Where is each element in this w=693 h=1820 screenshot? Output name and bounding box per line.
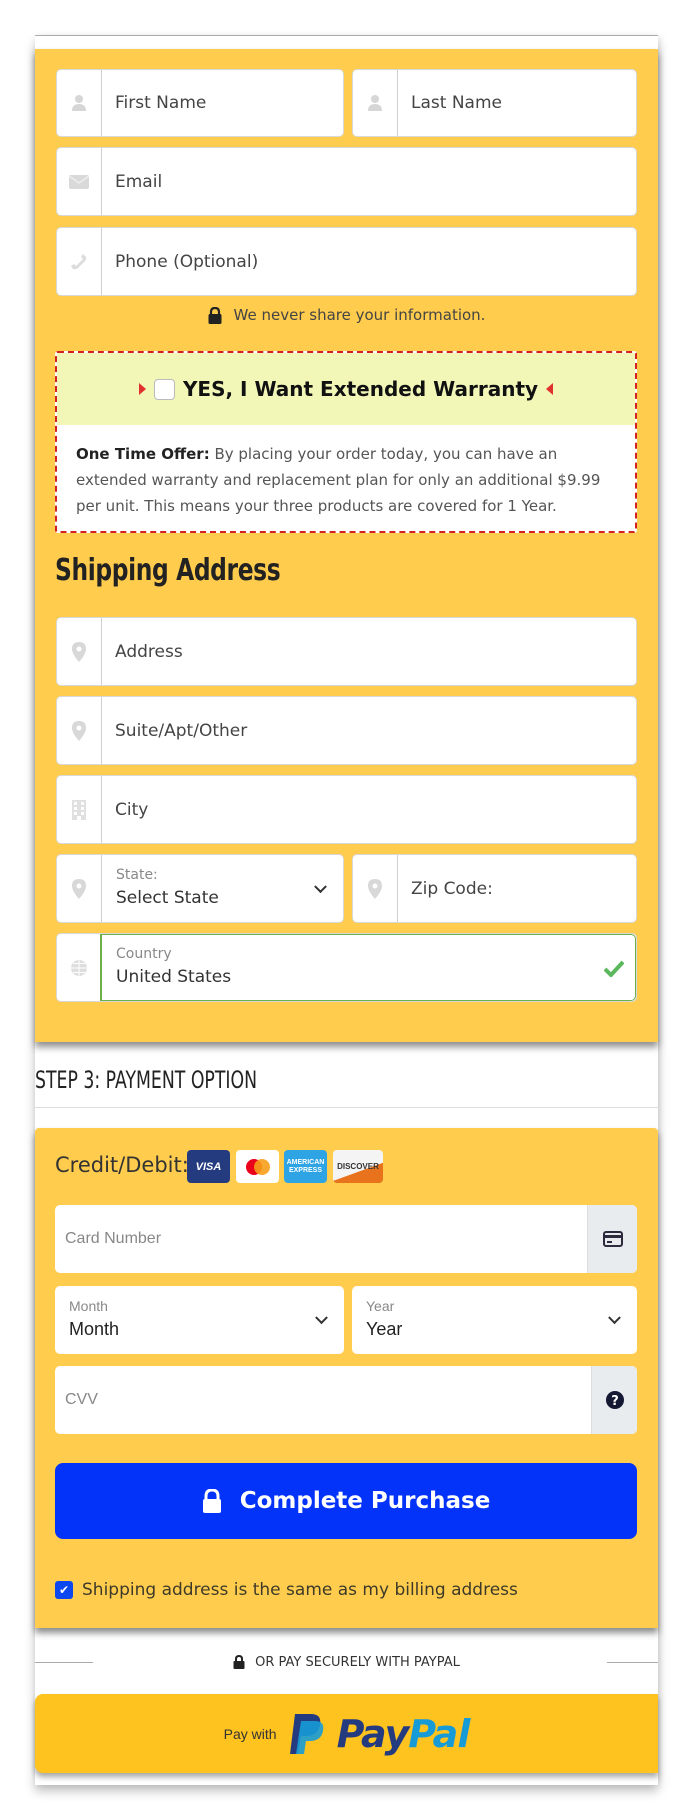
city-field[interactable]: City	[56, 775, 637, 844]
paypal-wordmark-pal: Pal	[408, 1711, 470, 1756]
check-icon	[604, 960, 624, 977]
year-label: Year	[366, 1298, 395, 1314]
arrow-left-icon	[546, 383, 554, 395]
same-address-label: Shipping address is the same as my billi…	[82, 1580, 518, 1600]
year-select[interactable]: Year Year	[352, 1286, 637, 1354]
year-value: Year	[366, 1319, 403, 1339]
globe-icon	[57, 934, 102, 1001]
offer-label: One Time Offer:	[76, 445, 210, 463]
suite-placeholder: Suite/Apt/Other	[115, 720, 248, 741]
chevron-down-icon	[314, 879, 327, 893]
warranty-title: YES, I Want Extended Warranty	[182, 377, 539, 401]
last-name-placeholder: Last Name	[411, 93, 502, 113]
map-marker-icon	[57, 855, 102, 922]
pay-with-label: Pay with	[223, 1725, 277, 1742]
first-name-placeholder: First Name	[115, 93, 207, 113]
discover-logo: DISCOVER	[333, 1150, 383, 1183]
month-select[interactable]: Month Month	[55, 1286, 344, 1354]
user-icon	[57, 70, 102, 136]
cvv-placeholder: CVV	[65, 1391, 98, 1408]
credit-card-icon	[587, 1205, 637, 1273]
cvv-field[interactable]: CVV ?	[55, 1366, 637, 1434]
privacy-note: We never share your information.	[35, 306, 658, 324]
map-marker-icon	[353, 855, 398, 922]
zip-placeholder: Zip Code:	[411, 878, 493, 899]
arrow-right-icon	[138, 383, 146, 395]
paypal-wordmark: PayPal	[336, 1711, 471, 1756]
state-label: State:	[116, 867, 158, 883]
chevron-down-icon	[315, 1311, 328, 1325]
privacy-note-text: We never share your information.	[233, 306, 486, 324]
month-label: Month	[69, 1298, 108, 1314]
shipping-address-heading: Shipping Address	[55, 553, 281, 588]
same-address-row[interactable]: ✔ Shipping address is the same as my bil…	[55, 1580, 518, 1600]
email-field[interactable]: Email	[56, 147, 637, 216]
address-placeholder: Address	[115, 641, 183, 662]
warranty-offer-box: YES, I Want Extended Warranty One Time O…	[55, 351, 637, 533]
envelope-icon	[57, 148, 102, 215]
svg-text:?: ?	[611, 1394, 619, 1409]
state-select[interactable]: State: Select State	[56, 854, 344, 923]
step3-heading: STEP 3: PAYMENT OPTION	[35, 1066, 258, 1094]
country-value: United States	[116, 967, 232, 987]
amex-logo: AMERICAN EXPRESS	[284, 1150, 327, 1183]
complete-purchase-label: Complete Purchase	[239, 1488, 491, 1514]
city-placeholder: City	[115, 799, 149, 820]
phone-placeholder: Phone (Optional)	[115, 251, 259, 272]
visa-logo: VISA	[187, 1150, 230, 1183]
suite-field[interactable]: Suite/Apt/Other	[56, 696, 637, 765]
step3-divider	[35, 1107, 658, 1108]
lock-icon	[202, 1489, 221, 1513]
last-name-field[interactable]: Last Name	[352, 69, 637, 137]
paypal-divider: OR PAY SECURELY WITH PAYPAL	[35, 1652, 658, 1672]
card-number-field[interactable]: Card Number	[55, 1205, 637, 1273]
question-circle-icon[interactable]: ?	[591, 1366, 637, 1434]
chevron-down-icon	[608, 1311, 621, 1325]
lock-icon	[233, 1655, 245, 1669]
user-icon	[353, 70, 398, 136]
lock-icon	[208, 306, 222, 324]
map-marker-icon	[57, 697, 102, 764]
warranty-header[interactable]: YES, I Want Extended Warranty	[57, 353, 635, 425]
paypal-button[interactable]: Pay with PayPal	[35, 1694, 658, 1773]
first-name-field[interactable]: First Name	[56, 69, 344, 137]
zip-code-field[interactable]: Zip Code:	[352, 854, 637, 923]
card-number-placeholder: Card Number	[65, 1230, 162, 1247]
paypal-p-icon	[289, 1713, 323, 1754]
address-field[interactable]: Address	[56, 617, 637, 686]
paypal-divider-text: OR PAY SECURELY WITH PAYPAL	[255, 1654, 460, 1670]
country-select[interactable]: Country United States	[56, 933, 637, 1002]
month-value: Month	[69, 1319, 120, 1339]
phone-icon	[57, 228, 102, 295]
mastercard-logo	[236, 1150, 279, 1183]
paypal-wordmark-pay: Pay	[336, 1711, 410, 1756]
country-label: Country	[116, 946, 172, 962]
warranty-description: One Time Offer: By placing your order to…	[57, 425, 635, 535]
credit-debit-label: Credit/Debit:	[55, 1153, 189, 1177]
map-marker-icon	[57, 618, 102, 685]
warranty-checkbox[interactable]	[153, 378, 175, 400]
same-address-checkbox[interactable]: ✔	[55, 1581, 73, 1599]
complete-purchase-button[interactable]: Complete Purchase	[55, 1463, 637, 1539]
state-value: Select State	[116, 888, 219, 908]
phone-field[interactable]: Phone (Optional)	[56, 227, 637, 296]
building-icon	[57, 776, 102, 843]
email-placeholder: Email	[115, 171, 163, 192]
